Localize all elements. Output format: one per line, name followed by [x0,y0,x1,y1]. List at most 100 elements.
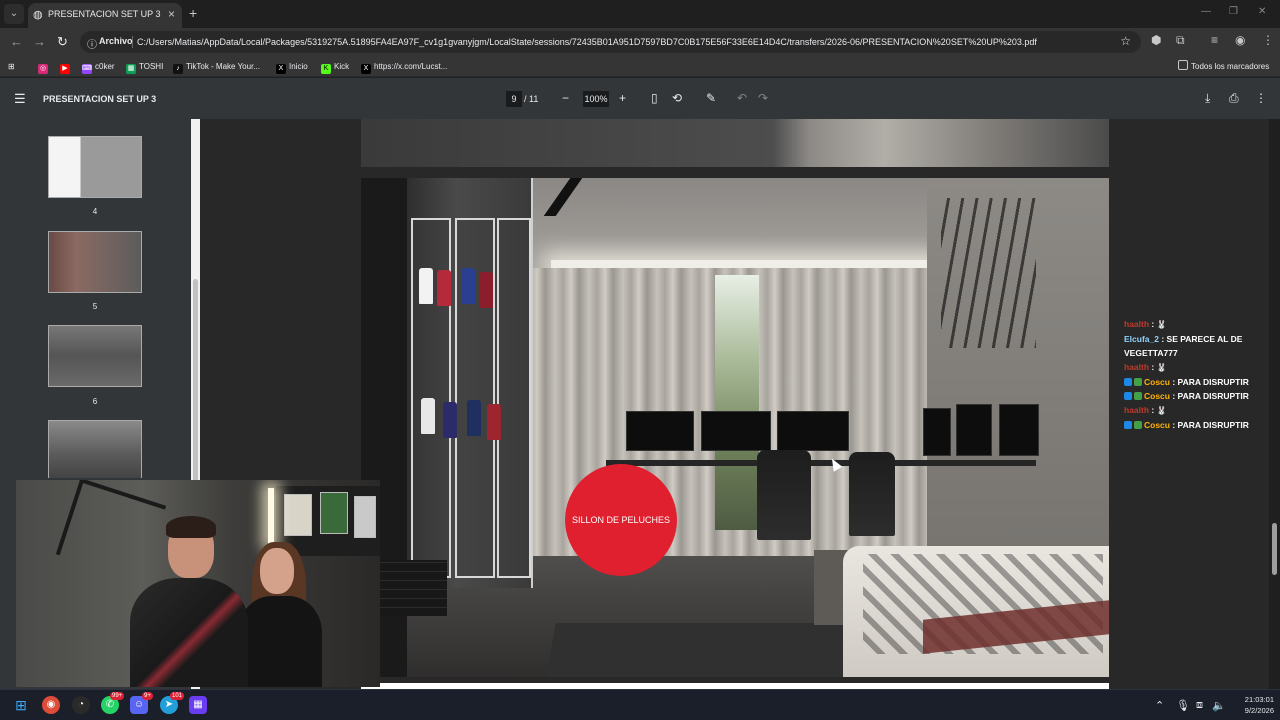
bookmark-star-icon[interactable]: ☆ [1120,34,1131,48]
tab-active[interactable]: ◍ PRESENTACION SET UP 3 × [28,3,182,28]
document-scrollbar[interactable] [1269,119,1280,689]
extensions-puzzle-icon[interactable]: ⧉ [1176,33,1185,48]
address-bar[interactable]: ⓘ Archivo C:/Users/Matias/AppData/Local/… [80,31,1141,53]
tab-strip: ⌄ ◍ PRESENTACION SET UP 3 × + — ❐ ✕ [0,0,1280,28]
extension-shield-icon[interactable]: ⬢ [1151,33,1161,47]
network-icon[interactable]: ⧈ [1196,699,1203,712]
thumbnail-page-6[interactable] [48,325,142,387]
chat-separator: : [1149,362,1157,372]
browser-menu-icon[interactable]: ⋮ [1262,33,1274,47]
twitch-icon: ⌨ [82,64,93,74]
sidebar-menu-icon[interactable]: ☰ [14,91,26,107]
divider [132,36,133,48]
chat-badge-icon [1124,378,1132,386]
reload-icon[interactable]: ↻ [57,34,68,50]
jersey [461,268,475,304]
more-actions-icon[interactable]: ⋮ [1255,91,1267,105]
zoom-in-icon[interactable]: + [619,91,626,105]
page-number-input[interactable]: 9 [506,91,522,107]
light-strip [268,488,274,544]
new-tab-button[interactable]: + [189,5,197,21]
chat-message: Coscu : PARA DISRUPTIR [1124,418,1264,432]
thumbnail-page-4[interactable] [48,136,142,198]
microphone-icon[interactable]: 🎙 [1176,699,1190,712]
chrome-icon[interactable]: ◉ [42,696,60,714]
print-icon[interactable]: ⎙ [1229,91,1239,105]
back-icon[interactable]: ← [10,34,23,50]
profile-avatar[interactable]: ◉ [1235,33,1245,47]
notification-badge: 9+ [142,692,153,700]
chat-message: Elcufa_2 : SE PARECE AL DE VEGETTA777 [1124,332,1264,360]
bookmark-youtube[interactable]: ▶ [60,60,73,74]
close-tab-icon[interactable]: × [168,7,175,21]
annotate-icon[interactable]: ✎ [706,91,716,105]
volume-icon[interactable]: 🔈 [1212,699,1226,712]
poster [354,496,376,538]
minimize-icon[interactable]: — [1201,6,1211,17]
app-grid-icon[interactable]: ▦ [189,696,207,714]
gaming-chair [757,450,811,540]
obs-icon[interactable]: ◔ [72,696,90,714]
monitor [626,411,694,451]
tab-search-button[interactable]: ⌄ [4,4,24,24]
zoom-input[interactable]: 100% [583,91,609,107]
chat-emote-icon: 🐰 [1156,406,1167,415]
chat-separator: : [1149,319,1157,329]
forward-icon[interactable]: → [33,34,46,50]
info-icon[interactable]: ⓘ [87,36,97,51]
maximize-icon[interactable]: ❐ [1229,6,1238,17]
poster [320,492,348,534]
tab-title: PRESENTACION SET UP 3 [48,9,161,19]
rotate-icon[interactable]: ⟲ [672,91,682,105]
windows-taskbar: ⊞ ◉ ◔ ✆ 99+ ☺ 9+ ➤ 101 ▦ ⌃ 🎙 ⧈ 🔈 21:03:0… [0,689,1280,720]
scrollbar-thumb[interactable] [1272,523,1277,575]
streamer [130,516,248,687]
youtube-icon: ▶ [60,64,70,74]
download-icon[interactable]: ⤓ [1205,91,1210,105]
fit-page-icon[interactable]: ▯ [651,91,658,105]
tiled-wall-segment [380,560,447,616]
scrollbar-thumb[interactable] [193,279,198,489]
thumbnail-number: 4 [92,207,98,216]
chat-badge-icon [1124,392,1132,400]
jersey [443,402,457,438]
graffiti-art [941,198,1036,348]
bookmark-kick[interactable]: K Kick [321,60,349,74]
bookmark-instagram[interactable]: ◎ [38,60,51,74]
redo-icon[interactable]: ↷ [758,91,768,105]
bookmark-c0ker[interactable]: ⌨ c0ker [82,60,115,74]
chat-separator: : [1169,391,1178,401]
bed [843,546,1109,677]
close-window-icon[interactable]: ✕ [1258,6,1266,17]
url-text[interactable]: C:/Users/Matias/AppData/Local/Packages/5… [137,37,1037,47]
chat-username: Coscu [1144,377,1170,387]
thumbnail-page-5[interactable] [48,231,142,293]
zoom-out-icon[interactable]: − [562,91,569,105]
bookmark-tiktok[interactable]: ♪ TikTok - Make Your... [173,60,260,74]
bookmark-toshi[interactable]: ▦ TOSHI [126,60,163,74]
notification-badge: 101 [170,692,185,700]
clock[interactable]: 21:03:01 9/2/2026 [1228,694,1274,716]
chat-text: PARA DISRUPTIR [1177,420,1249,430]
all-bookmarks-folder[interactable]: Todos los marcadores [1178,60,1269,74]
apps-grid-icon[interactable]: ⊞ [8,60,15,74]
chat-emote-icon: 🐰 [1156,363,1167,372]
undo-icon[interactable]: ↶ [737,91,747,105]
thumbnail-number: 5 [92,302,98,311]
chat-message: haalth : 🐰 [1124,317,1264,332]
bookmark-x-lucst[interactable]: Xhttps://x.com/Lucst... [361,60,447,74]
chat-badge-icon [1124,421,1132,429]
windows-start-icon[interactable]: ⊞ [12,696,30,714]
jersey [479,272,493,308]
chat-separator: : [1149,405,1157,415]
monitor [956,404,992,456]
reading-list-icon[interactable]: ≡ [1211,33,1218,47]
show-hidden-icons-icon[interactable]: ⌃ [1155,699,1164,712]
bookmark-inicio[interactable]: X Inicio [276,60,308,74]
chat-badge-icon [1134,421,1142,429]
thumbnail-page-7[interactable] [48,420,142,478]
chat-message: haalth : 🐰 [1124,360,1264,375]
x-icon: X [276,64,286,74]
webcam-overlay [16,480,380,687]
page-total: / 11 [524,94,539,104]
